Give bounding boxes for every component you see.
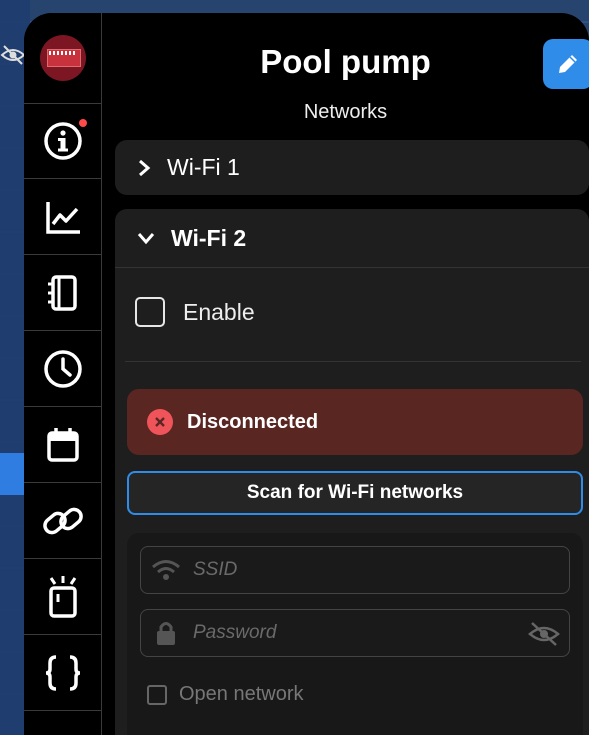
page-subtitle: Networks	[303, 101, 388, 123]
enable-label: Enable	[183, 298, 255, 325]
chevron-right-icon	[139, 159, 151, 176]
scan-wifi-button[interactable]: Scan for Wi-Fi networks	[127, 471, 583, 515]
info-icon	[43, 121, 82, 160]
sidebar-item-scripts[interactable]	[24, 635, 101, 711]
wifi-icon	[152, 560, 180, 580]
lock-icon	[157, 622, 175, 645]
braces-icon	[45, 654, 80, 691]
sidebar-item-identify[interactable]	[24, 559, 101, 635]
divider	[115, 267, 589, 268]
wifi2-label: Wi-Fi 2	[171, 224, 247, 251]
clock-icon	[43, 349, 82, 388]
calendar-icon	[46, 427, 79, 462]
sidebar-item-logs[interactable]	[24, 255, 101, 331]
page-title: Pool pump	[260, 43, 431, 80]
wifi2-header[interactable]: Wi-Fi 2	[137, 209, 246, 267]
eye-off-icon	[0, 45, 26, 65]
edit-button[interactable]	[543, 39, 589, 89]
error-icon	[147, 409, 173, 435]
wifi1-header[interactable]: Wi-Fi 1	[137, 140, 240, 195]
password-field[interactable]	[140, 609, 570, 657]
enable-row: Enable	[135, 297, 255, 327]
chevron-down-icon	[137, 233, 155, 245]
password-input[interactable]	[191, 621, 495, 645]
status-text: Disconnected	[187, 410, 319, 433]
credentials-panel: Open network	[127, 533, 583, 735]
connection-status-banner: Disconnected	[127, 389, 583, 455]
sidebar-item-info[interactable]	[24, 103, 101, 179]
open-network-row: Open network	[147, 683, 304, 706]
notebook-icon	[47, 274, 77, 311]
wifi1-section: Wi-Fi 1	[115, 140, 589, 195]
sidebar-item-calendar[interactable]	[24, 407, 101, 483]
sidebar-item-device[interactable]	[24, 13, 101, 104]
notification-dot	[79, 119, 87, 127]
sidebar	[24, 13, 102, 735]
background-window-tab	[0, 453, 26, 495]
wifi1-label: Wi-Fi 1	[167, 154, 240, 180]
chart-line-icon	[45, 201, 80, 234]
ssid-field[interactable]	[140, 546, 570, 594]
link-icon	[42, 507, 83, 534]
sidebar-item-links[interactable]	[24, 483, 101, 559]
pencil-icon	[559, 55, 577, 73]
wifi2-section: Wi-Fi 2 Enable Disconnected Scan for Wi-…	[115, 209, 589, 735]
eye-off-icon[interactable]	[527, 620, 561, 648]
sidebar-item-schedules[interactable]	[24, 331, 101, 407]
device-board-logo	[39, 35, 86, 81]
enable-checkbox[interactable]	[135, 297, 165, 327]
main-content: Pool pump Networks Wi-Fi 1 Wi-Fi 2 Enabl…	[102, 13, 589, 735]
device-blink-icon	[48, 575, 77, 618]
ssid-input[interactable]	[191, 558, 495, 582]
divider	[125, 361, 581, 362]
device-panel: Pool pump Networks Wi-Fi 1 Wi-Fi 2 Enabl…	[24, 13, 589, 735]
sidebar-item-charts[interactable]	[24, 179, 101, 255]
open-network-label: Open network	[179, 683, 304, 705]
open-network-checkbox[interactable]	[147, 684, 167, 705]
